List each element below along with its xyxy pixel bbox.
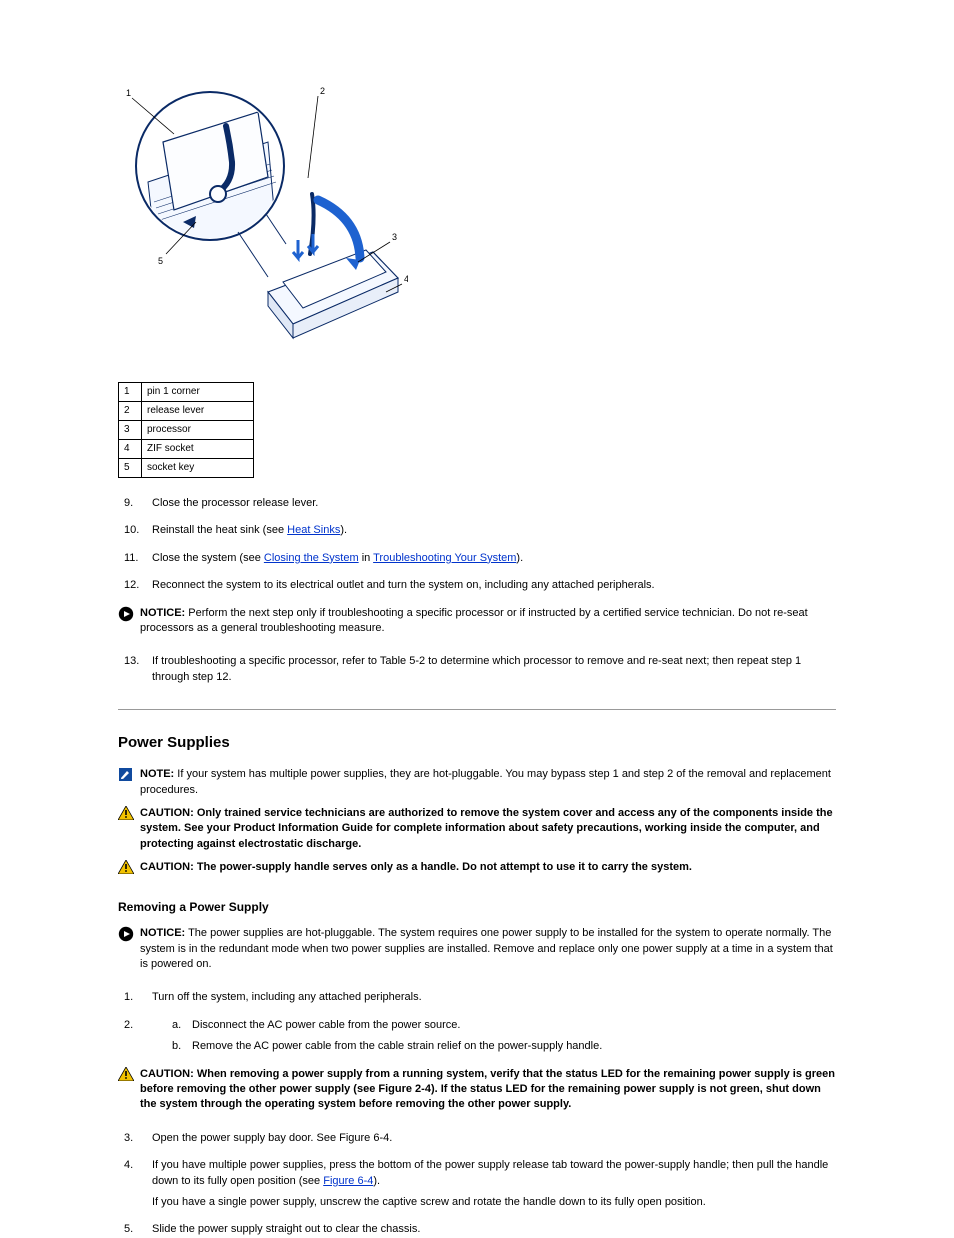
notice-label: NOTICE: [140, 927, 185, 939]
notice-label: NOTICE: [140, 607, 185, 619]
remove-step-list-2: Open the power supply bay door. See Figu… [118, 1131, 836, 1238]
step-r1: Turn off the system, including any attac… [146, 990, 836, 1005]
legend-label: pin 1 corner [147, 386, 200, 397]
notice-text: The power supplies are hot-pluggable. Th… [140, 927, 833, 970]
notice-icon [118, 926, 134, 942]
step-13: If troubleshooting a specific processor,… [146, 654, 836, 685]
caution-icon [118, 1067, 134, 1081]
legend-num: 2 [124, 405, 130, 416]
legend-label: release lever [147, 405, 204, 416]
caution-text: Only trained service technicians are aut… [140, 807, 833, 850]
notice-text: Perform the next step only if troublesho… [140, 607, 808, 634]
caution-label: CAUTION: [140, 1068, 194, 1080]
caution-icon [118, 806, 134, 820]
top-step-list: Close the processor release lever. Reins… [118, 496, 836, 594]
link-closing-system[interactable]: Closing the System [264, 552, 359, 564]
note-label: NOTE: [140, 768, 174, 780]
link-heat-sinks[interactable]: Heat Sinks [287, 524, 340, 536]
callout-5: 5 [158, 256, 163, 266]
step-r5: Slide the power supply straight out to c… [146, 1222, 836, 1237]
link-troubleshooting[interactable]: Troubleshooting Your System [373, 552, 516, 564]
section-divider [118, 709, 836, 710]
table-row: 5 socket key [119, 459, 254, 478]
note-text: If your system has multiple power suppli… [140, 768, 831, 795]
notice-block: NOTICE: Perform the next step only if tr… [118, 606, 836, 637]
diagram-legend-table: 1 pin 1 corner 2 release lever 3 process… [118, 382, 254, 478]
subhead-removing-power-supply: Removing a Power Supply [118, 899, 836, 916]
legend-label: ZIF socket [147, 443, 194, 454]
callout-4: 4 [404, 274, 408, 284]
caution-text: When removing a power supply from a runn… [140, 1068, 835, 1111]
callout-3: 3 [392, 232, 397, 242]
legend-num: 4 [124, 443, 130, 454]
caution-label: CAUTION: [140, 861, 194, 873]
top-step-list-cont: If troubleshooting a specific processor,… [118, 654, 836, 685]
table-row: 2 release lever [119, 402, 254, 421]
step-r2: a.Disconnect the AC power cable from the… [146, 1018, 836, 1055]
legend-num: 1 [124, 386, 130, 397]
step-r4-note: If you have a single power supply, unscr… [152, 1195, 836, 1210]
step-11: Close the system (see Closing the System… [146, 551, 836, 566]
legend-label: socket key [147, 462, 194, 473]
legend-num: 5 [124, 462, 130, 473]
table-row: 4 ZIF socket [119, 440, 254, 459]
note-icon [118, 767, 133, 782]
step-12: Reconnect the system to its electrical o… [146, 578, 836, 593]
notice-icon [118, 606, 134, 622]
caution-text: The power-supply handle serves only as a… [194, 861, 692, 873]
step-r4: If you have multiple power supplies, pre… [146, 1158, 836, 1210]
notice-block-2: NOTICE: The power supplies are hot-plugg… [118, 926, 836, 972]
note-row: NOTE: If your system has multiple power … [118, 767, 836, 798]
legend-label: processor [147, 424, 191, 435]
section-power-supplies: Power Supplies [118, 732, 836, 753]
link-figure-6-4[interactable]: Figure 6-4 [323, 1175, 373, 1187]
callout-2: 2 [320, 86, 325, 96]
table-row: 3 processor [119, 421, 254, 440]
legend-num: 3 [124, 424, 130, 435]
caution-row-1: CAUTION: Only trained service technician… [118, 806, 836, 852]
caution-row-2: CAUTION: The power-supply handle serves … [118, 860, 836, 879]
step-r3: Open the power supply bay door. See Figu… [146, 1131, 836, 1146]
table-row: 1 pin 1 corner [119, 383, 254, 402]
remove-step-list: Turn off the system, including any attac… [118, 990, 836, 1054]
caution-label: CAUTION: [140, 807, 194, 819]
step-9: Close the processor release lever. [146, 496, 836, 511]
step-10: Reinstall the heat sink (see Heat Sinks)… [146, 523, 836, 538]
caution-icon [118, 860, 134, 874]
caution-row-3: CAUTION: When removing a power supply fr… [118, 1067, 836, 1113]
processor-socket-diagram: 1 5 [118, 82, 408, 378]
callout-1: 1 [126, 88, 131, 98]
